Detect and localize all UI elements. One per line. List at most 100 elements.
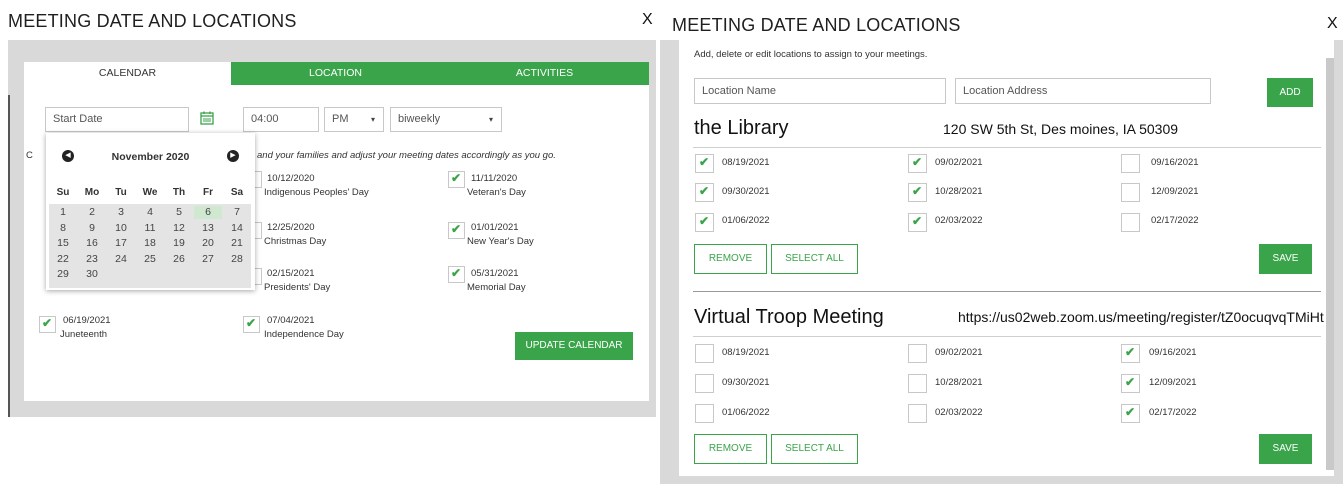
tab-location[interactable]: LOCATION bbox=[231, 62, 440, 85]
calendar-icon[interactable] bbox=[200, 111, 214, 125]
meeting-date-checkbox[interactable]: ✔ bbox=[695, 183, 714, 202]
right-close-icon[interactable]: X bbox=[1327, 15, 1338, 33]
meeting-date-checkbox[interactable] bbox=[695, 404, 714, 423]
calendar-day[interactable]: 11 bbox=[136, 222, 164, 235]
update-calendar-button[interactable]: UPDATE CALENDAR bbox=[515, 332, 633, 360]
meeting-date-checkbox[interactable]: ✔ bbox=[1121, 344, 1140, 363]
holiday-date: 12/25/2020 bbox=[267, 222, 315, 233]
holiday-date: 10/12/2020 bbox=[267, 173, 315, 184]
save-button[interactable]: SAVE bbox=[1259, 244, 1312, 274]
holiday-name: New Year's Day bbox=[467, 236, 534, 247]
calendar-day[interactable]: 19 bbox=[165, 237, 193, 250]
remove-button[interactable]: REMOVE bbox=[694, 434, 767, 464]
meeting-date-checkbox[interactable] bbox=[1121, 213, 1140, 232]
calendar-day[interactable]: 10 bbox=[107, 222, 135, 235]
meeting-date-checkbox[interactable] bbox=[908, 404, 927, 423]
calendar-day[interactable]: 12 bbox=[165, 222, 193, 235]
calendar-day[interactable]: 27 bbox=[194, 253, 222, 266]
calendar-day[interactable]: 15 bbox=[49, 237, 77, 250]
meeting-date: 02/03/2022 bbox=[935, 215, 983, 226]
holiday-checkbox[interactable]: ✔ bbox=[448, 266, 465, 283]
time-input[interactable]: 04:00 bbox=[243, 107, 319, 132]
weekday-label: Th bbox=[172, 187, 186, 198]
select-all-button[interactable]: SELECT ALL bbox=[771, 244, 858, 274]
calendar-day[interactable]: 25 bbox=[136, 253, 164, 266]
calendar-day[interactable]: 21 bbox=[223, 237, 251, 250]
check-icon: ✔ bbox=[451, 171, 462, 185]
save-button[interactable]: SAVE bbox=[1259, 434, 1312, 464]
left-close-icon[interactable]: X bbox=[642, 11, 653, 29]
meeting-date-checkbox[interactable]: ✔ bbox=[695, 154, 714, 173]
calendar-day[interactable]: 23 bbox=[78, 253, 106, 266]
meeting-date: 10/28/2021 bbox=[935, 377, 983, 388]
remove-button[interactable]: REMOVE bbox=[694, 244, 767, 274]
tab-activities[interactable]: ACTIVITIES bbox=[440, 62, 649, 85]
meeting-date-checkbox[interactable] bbox=[908, 344, 927, 363]
calendar-day[interactable]: 14 bbox=[223, 222, 251, 235]
meeting-date-checkbox[interactable] bbox=[695, 374, 714, 393]
calendar-day[interactable]: 8 bbox=[49, 222, 77, 235]
weekday-label: We bbox=[142, 187, 158, 198]
meeting-date-checkbox[interactable]: ✔ bbox=[908, 183, 927, 202]
calendar-day[interactable]: 4 bbox=[136, 206, 164, 219]
calendar-day[interactable]: 18 bbox=[136, 237, 164, 250]
select-all-button[interactable]: SELECT ALL bbox=[771, 434, 858, 464]
calendar-day[interactable]: 16 bbox=[78, 237, 106, 250]
check-icon: ✔ bbox=[1125, 375, 1136, 389]
weekday-label: Fr bbox=[203, 187, 213, 198]
calendar-day[interactable]: 30 bbox=[78, 268, 106, 281]
meeting-date-checkbox[interactable]: ✔ bbox=[908, 213, 927, 232]
meeting-date-checkbox[interactable] bbox=[908, 374, 927, 393]
calendar-day[interactable]: 9 bbox=[78, 222, 106, 235]
check-icon: ✔ bbox=[1125, 345, 1136, 359]
calendar-day[interactable]: 29 bbox=[49, 268, 77, 281]
calendar-day[interactable]: 1 bbox=[49, 206, 77, 219]
calendar-day[interactable]: 24 bbox=[107, 253, 135, 266]
holiday-checkbox[interactable]: ✔ bbox=[448, 171, 465, 188]
meeting-date: 08/19/2021 bbox=[722, 347, 770, 358]
meeting-date-checkbox[interactable] bbox=[695, 344, 714, 363]
ampm-select[interactable]: PM ▾ bbox=[324, 107, 384, 132]
meeting-date-checkbox[interactable] bbox=[1121, 183, 1140, 202]
weekday-label: Sa bbox=[230, 187, 244, 198]
meeting-date: 09/16/2021 bbox=[1149, 347, 1197, 358]
meeting-date: 12/09/2021 bbox=[1149, 377, 1197, 388]
calendar-day[interactable]: 2 bbox=[78, 206, 106, 219]
calendar-day[interactable]: 28 bbox=[223, 253, 251, 266]
calendar-day[interactable]: 20 bbox=[194, 237, 222, 250]
tab-calendar[interactable]: CALENDAR bbox=[24, 62, 231, 86]
calendar-day[interactable]: 22 bbox=[49, 253, 77, 266]
calendar-days-grid: 1 2 3 4 5 6 7 8 9 10 11 12 13 14 15 16 17 18 19 20 21 22 23 24 2… bbox=[49, 204, 251, 288]
add-location-button[interactable]: ADD bbox=[1267, 78, 1313, 107]
frequency-value: biweekly bbox=[398, 113, 441, 125]
scrollbar[interactable] bbox=[1326, 58, 1334, 470]
holiday-checkbox[interactable]: ✔ bbox=[448, 222, 465, 239]
calendar-day[interactable]: 6 bbox=[194, 206, 222, 219]
weekday-label: Tu bbox=[115, 187, 127, 198]
location-address-input[interactable]: Location Address bbox=[955, 78, 1211, 104]
meeting-date: 02/17/2022 bbox=[1151, 215, 1199, 226]
frequency-select[interactable]: biweekly ▾ bbox=[390, 107, 502, 132]
calendar-day[interactable]: 13 bbox=[194, 222, 222, 235]
meeting-date-checkbox[interactable]: ✔ bbox=[1121, 404, 1140, 423]
location-name-input[interactable]: Location Name bbox=[694, 78, 946, 104]
holiday-checkbox[interactable]: ✔ bbox=[39, 316, 56, 333]
start-date-input[interactable]: Start Date bbox=[45, 107, 189, 132]
location-address: 120 SW 5th St, Des moines, IA 50309 bbox=[943, 121, 1179, 137]
holiday-date: 05/31/2021 bbox=[471, 268, 519, 279]
holiday-checkbox[interactable]: ✔ bbox=[243, 316, 260, 333]
meeting-date-checkbox[interactable] bbox=[1121, 154, 1140, 173]
calendar-day[interactable]: 3 bbox=[107, 206, 135, 219]
check-icon: ✔ bbox=[699, 214, 710, 228]
meeting-date-checkbox[interactable]: ✔ bbox=[908, 154, 927, 173]
next-month-icon[interactable]: ▶ bbox=[227, 150, 239, 162]
calendar-day[interactable]: 5 bbox=[165, 206, 193, 219]
calendar-day[interactable]: 7 bbox=[223, 206, 251, 219]
check-icon: ✔ bbox=[42, 316, 53, 330]
meeting-date-checkbox[interactable]: ✔ bbox=[1121, 374, 1140, 393]
calendar-day[interactable]: 17 bbox=[107, 237, 135, 250]
meeting-date-checkbox[interactable]: ✔ bbox=[695, 213, 714, 232]
calendar-day[interactable]: 26 bbox=[165, 253, 193, 266]
holiday-name: Memorial Day bbox=[467, 282, 526, 293]
left-edge-divider bbox=[8, 95, 10, 417]
